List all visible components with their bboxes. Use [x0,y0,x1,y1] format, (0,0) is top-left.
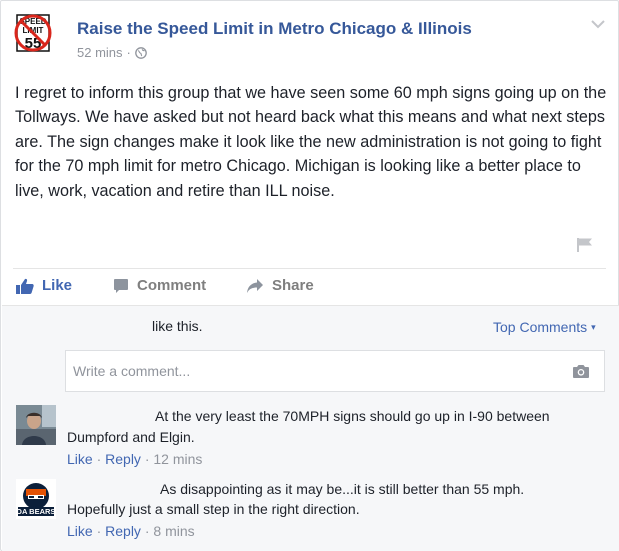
post-timestamp[interactable]: 52 mins [77,45,123,60]
globe-icon[interactable] [135,46,147,59]
profile-photo [16,405,56,445]
like-label: Like [42,277,73,294]
camera-icon[interactable] [572,364,590,379]
comment-line: Dumpford and Elgin. [67,429,195,445]
action-divider [13,268,606,269]
flag-icon[interactable] [576,237,594,253]
speed-limit-sign-icon: SPEED LIMIT 55 [13,13,53,53]
caret-down-icon: ▾ [591,321,596,332]
avatar-caption: DA BEARS [17,507,56,516]
comment-label: Comment [137,277,207,294]
thumbs-up-icon [16,278,34,294]
share-label: Share [272,277,314,294]
comment-input[interactable] [73,363,563,379]
meta-separator: · [144,523,150,539]
comment-icon [114,278,128,293]
comment-line: At the very least the 70MPH signs should… [155,408,550,424]
post-meta: 52 mins · [77,45,147,60]
meta-separator: · [126,45,131,60]
meta-separator: · [144,451,150,467]
comment-time[interactable]: 8 mins [153,523,194,539]
comment-like-link[interactable]: Like [67,523,93,539]
comment-meta: Like · Reply · 12 mins [67,451,202,467]
comment-button[interactable]: Comment [113,277,206,294]
comment-sort-dropdown[interactable]: Top Comments ▾ [493,319,596,335]
share-arrow-icon [247,278,263,293]
sort-label: Top Comments [493,319,588,335]
comment-reply-link[interactable]: Reply [105,523,141,539]
share-button[interactable]: Share [246,277,314,294]
comment-line: As disappointing as it may be...it is st… [160,481,525,497]
likes-summary: like this. [152,318,203,334]
meta-separator: · [96,451,102,467]
meta-separator: · [96,523,102,539]
like-button[interactable]: Like [16,277,72,294]
chevron-down-icon[interactable] [591,19,605,29]
post-card: SPEED LIMIT 55 Raise the Speed Limit in … [0,0,619,551]
commenter-avatar[interactable]: DA BEARS [16,479,56,519]
comment-reply-link[interactable]: Reply [105,451,141,467]
comment-line: Hopefully just a small step in the right… [67,501,360,517]
commenter-avatar[interactable] [16,405,56,445]
comment-composer [65,350,605,392]
da-bears-logo: DA BEARS [16,479,56,519]
group-name-link[interactable]: Raise the Speed Limit in Metro Chicago &… [77,19,472,39]
post-body: I regret to inform this group that we ha… [15,84,607,200]
group-avatar[interactable]: SPEED LIMIT 55 [13,13,53,53]
comment-time[interactable]: 12 mins [153,451,202,467]
comment-meta: Like · Reply · 8 mins [67,523,195,539]
action-bar: Like Comment Share [1,277,619,301]
comment-like-link[interactable]: Like [67,451,93,467]
